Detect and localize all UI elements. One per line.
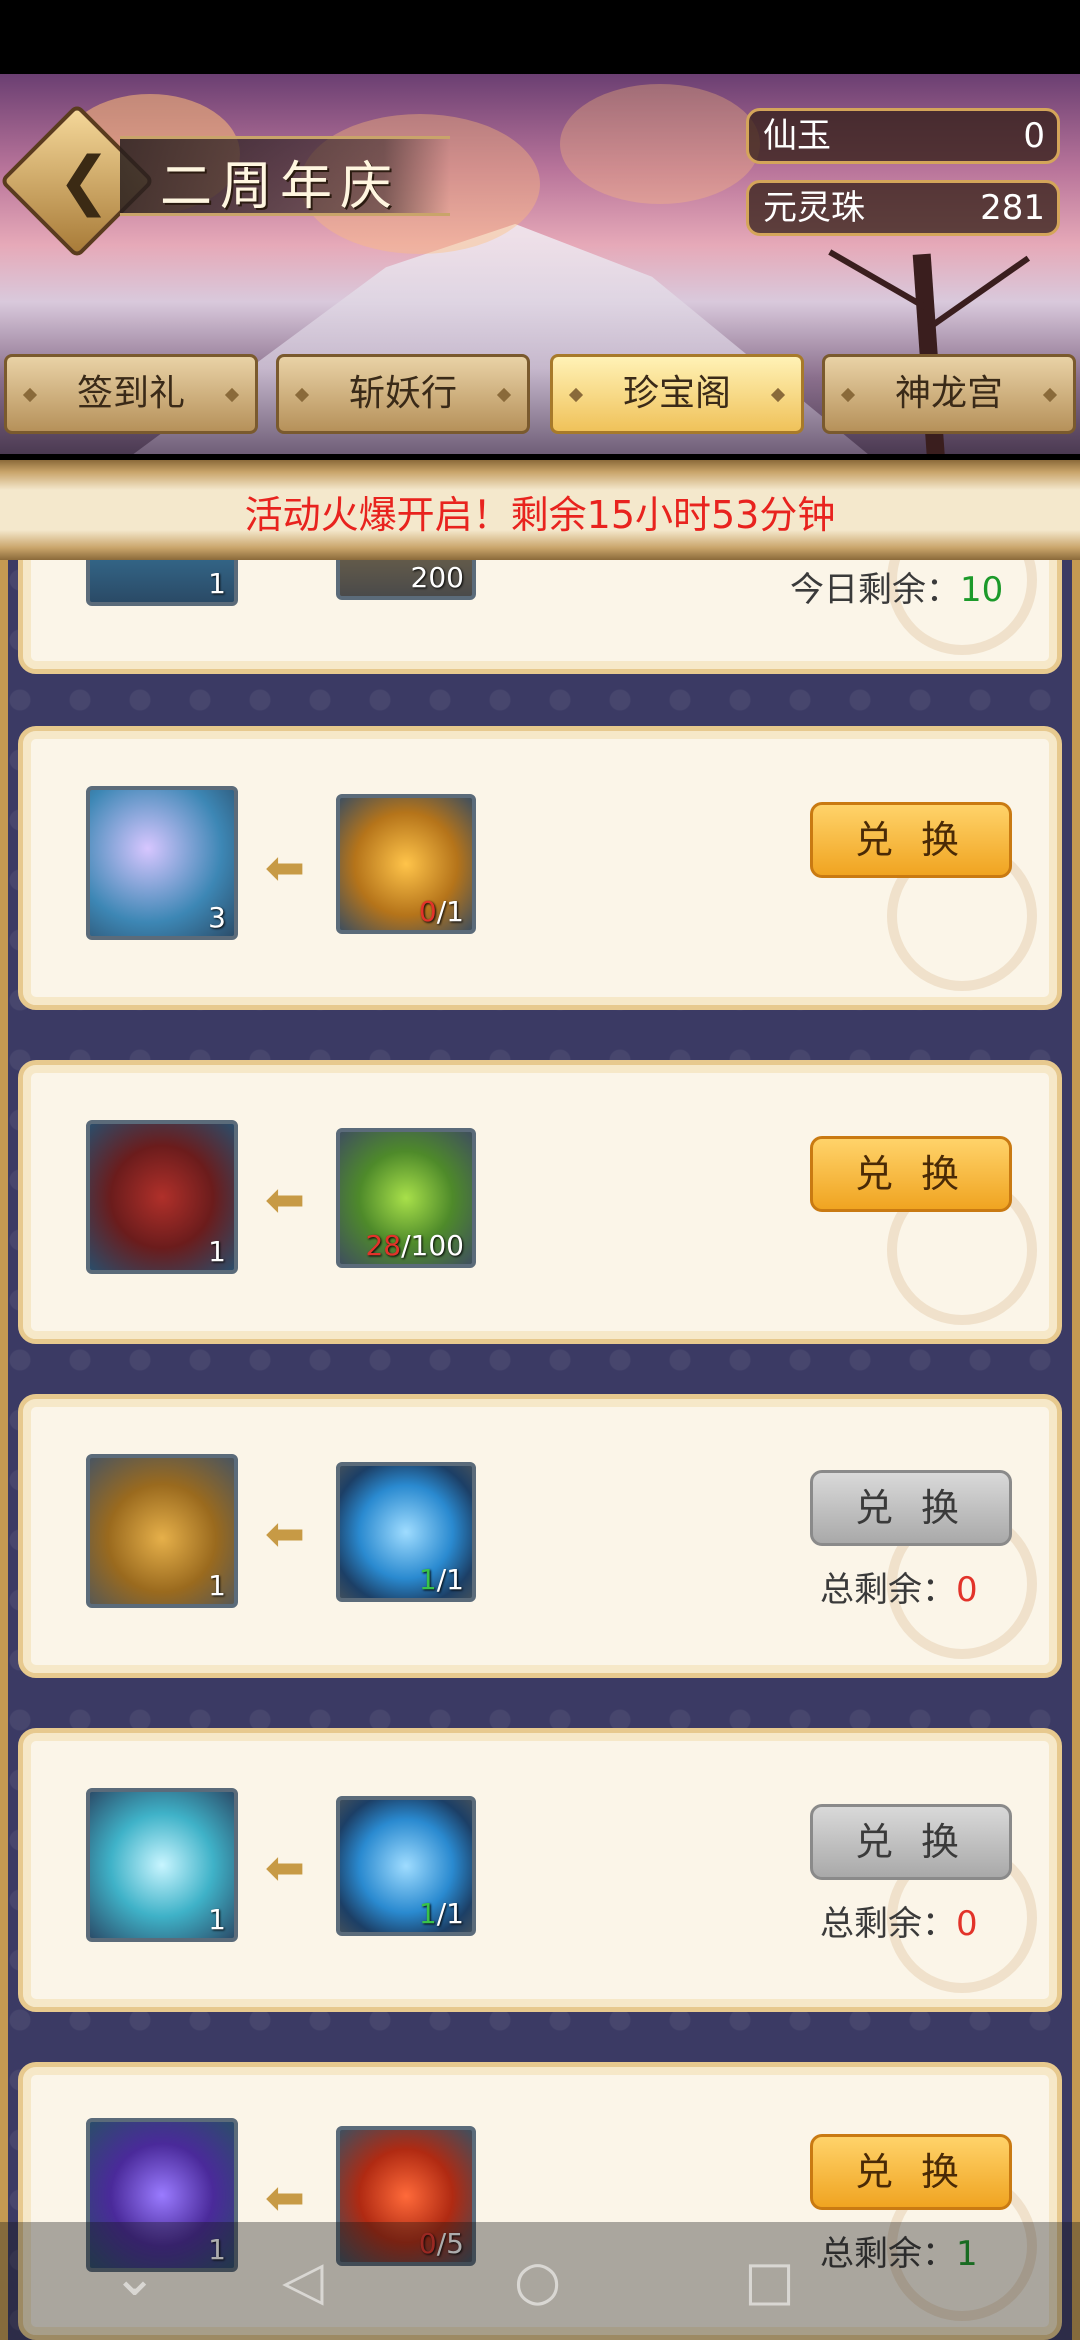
item-count: 3 — [208, 901, 226, 934]
currency-value: 0 — [1023, 116, 1045, 156]
event-countdown: 活动火爆开启！剩余15小时53分钟 — [244, 493, 836, 537]
arrow-left-icon: ⬅ — [264, 2170, 306, 2226]
golden-carp-item-icon[interactable]: 0/1 — [336, 794, 476, 934]
tab-dot — [224, 387, 240, 403]
item-count: 0/1 — [419, 895, 464, 928]
status-bar — [0, 0, 1080, 74]
token-item-icon[interactable]: 1 — [86, 1454, 238, 1608]
remain-label: 今日剩余： — [790, 570, 960, 610]
page-title: 二周年庆 — [160, 157, 401, 217]
arrow-left-icon: ⬅ — [264, 1172, 306, 1228]
item-count: 1/1 — [419, 1897, 464, 1930]
have-count: 1 — [418, 1563, 437, 1596]
tab-dot — [568, 387, 584, 403]
need-count: /1 — [436, 1897, 464, 1930]
currency-name: 元灵珠 — [763, 188, 865, 228]
nav-home-icon[interactable]: ○ — [514, 2254, 561, 2308]
tab-label: 斩妖行 — [348, 373, 457, 414]
tab-label: 神龙宫 — [894, 373, 1003, 414]
tree-branch — [828, 249, 927, 310]
auspicious-cloud-item-icon[interactable]: 3 — [86, 786, 238, 940]
exchange-button[interactable]: 兑 换 — [810, 2134, 1012, 2210]
tab-checkin[interactable]: 签到礼 — [4, 354, 258, 434]
nav-recents-icon[interactable]: □ — [744, 2254, 795, 2308]
item-count: 200 — [410, 561, 464, 594]
remain-label: 总剩余： — [820, 1904, 956, 1944]
exchange-button[interactable]: 兑 换 — [810, 802, 1012, 878]
chevron-left-icon: ❮ — [57, 144, 111, 218]
blue-orb-item-icon[interactable]: 1/1 — [336, 1796, 476, 1936]
currency-value: 281 — [980, 188, 1045, 228]
total-remaining: 总剩余：0 — [820, 1562, 978, 1611]
tab-dot — [294, 387, 310, 403]
exchange-button[interactable]: 兑 换 — [810, 1804, 1012, 1880]
nav-back-icon[interactable]: ◁ — [282, 2254, 324, 2308]
system-nav-bar: ⌄ ◁ ○ □ — [0, 2222, 1080, 2340]
item-count: 1 — [208, 1569, 226, 1602]
arrow-left-icon: ⬅ — [264, 840, 306, 896]
exchange-button[interactable]: 兑 换 — [810, 1470, 1012, 1546]
item-count: 1 — [208, 1235, 226, 1268]
nav-down-icon[interactable]: ⌄ — [112, 2250, 157, 2304]
have-count: 0 — [418, 895, 437, 928]
item-count: 1 — [208, 567, 226, 600]
daily-remaining: 今日剩余：10 — [790, 562, 1003, 611]
have-count: 1 — [418, 1897, 437, 1930]
item-count: 28/100 — [365, 1229, 464, 1262]
tree-branch — [928, 255, 1031, 330]
tab-zhanyao[interactable]: 斩妖行 — [276, 354, 530, 434]
need-count: /1 — [436, 1563, 464, 1596]
tab-dot — [770, 387, 786, 403]
green-leaf-item-icon[interactable]: 28/100 — [336, 1128, 476, 1268]
frame-right — [1072, 560, 1080, 2340]
tab-dot — [1042, 387, 1058, 403]
goldfish-item-icon[interactable]: 1 — [86, 1788, 238, 1942]
blue-orb-item-icon[interactable]: 1/1 — [336, 1462, 476, 1602]
tab-treasure[interactable]: 珍宝阁 — [550, 354, 804, 434]
currency-name: 仙玉 — [763, 116, 831, 156]
item-count: 1/1 — [419, 1563, 464, 1596]
tab-dot — [496, 387, 512, 403]
have-count: 28 — [365, 1229, 402, 1262]
exchange-button[interactable]: 兑 换 — [810, 1136, 1012, 1212]
tab-dot — [22, 387, 38, 403]
tab-label: 珍宝阁 — [622, 373, 731, 414]
remain-value: 0 — [956, 1904, 978, 1944]
arrow-left-icon: ⬅ — [264, 1506, 306, 1562]
treasure-chest-item-icon[interactable]: 1 — [86, 1120, 238, 1274]
currency-yuanlingzhu: 元灵珠 281 — [746, 180, 1060, 236]
need-count: /100 — [401, 1229, 464, 1262]
arrow-left-icon: ⬅ — [264, 1840, 306, 1896]
item-count: 1 — [208, 1903, 226, 1936]
tab-dragon-palace[interactable]: 神龙宫 — [822, 354, 1076, 434]
remain-value: 10 — [960, 570, 1004, 610]
remain-label: 总剩余： — [820, 1570, 956, 1610]
currency-xianyu: 仙玉 0 — [746, 108, 1060, 164]
need-count: /1 — [436, 895, 464, 928]
total-remaining: 总剩余：0 — [820, 1896, 978, 1945]
tab-label: 签到礼 — [76, 373, 185, 414]
blossom-art — [560, 84, 760, 204]
frame-left — [0, 560, 8, 2340]
tab-dot — [840, 387, 856, 403]
remain-value: 0 — [956, 1570, 978, 1610]
